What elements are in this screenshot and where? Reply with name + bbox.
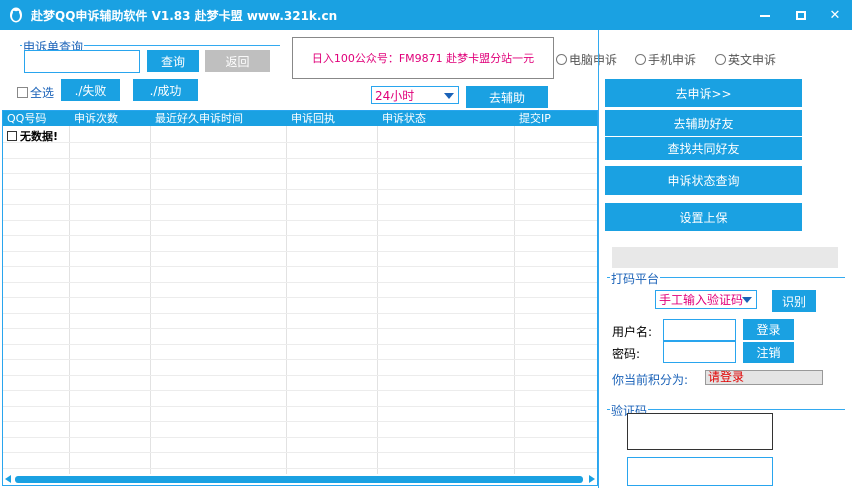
order-query-input[interactable] xyxy=(24,50,140,73)
captcha-method-value: 手工输入验证码 xyxy=(659,293,744,307)
title-bar: 赴梦QQ申诉辅助软件 V1.83 赴梦卡盟 www.321k.cn ✕ xyxy=(0,0,852,30)
radio-circle-icon xyxy=(556,54,567,65)
recognize-button[interactable]: 识别 xyxy=(772,290,816,312)
go-assist-button[interactable]: 去辅助 xyxy=(466,86,548,108)
row-divider xyxy=(3,251,597,252)
row-divider xyxy=(3,468,597,469)
username-input[interactable] xyxy=(663,319,736,341)
appeal-status-query-button[interactable]: 申诉状态查询 xyxy=(605,166,802,195)
row-divider xyxy=(3,173,597,174)
captcha-input[interactable] xyxy=(627,457,773,486)
password-input[interactable] xyxy=(663,341,736,363)
row-divider xyxy=(3,220,597,221)
column-divider xyxy=(150,126,151,476)
close-icon: ✕ xyxy=(829,7,841,23)
logout-button[interactable]: 注销 xyxy=(743,342,794,363)
set-protection-button[interactable]: 设置上保 xyxy=(605,203,802,231)
empty-text: 无数据! xyxy=(20,130,59,143)
maximize-icon xyxy=(796,10,806,20)
minimize-button[interactable] xyxy=(748,0,782,30)
column-header-ip[interactable]: 提交IP xyxy=(515,111,551,126)
row-divider xyxy=(3,235,597,236)
login-button[interactable]: 登录 xyxy=(743,319,794,340)
back-button[interactable]: 返回 xyxy=(205,50,270,72)
table-header: QQ号码 申诉次数 最近好久申诉时间 申诉回执 申诉状态 提交IP xyxy=(3,111,597,126)
points-label: 你当前积分为: xyxy=(612,373,689,387)
radio-circle-icon xyxy=(715,54,726,65)
column-divider xyxy=(514,126,515,476)
mark-failed-button[interactable]: ./失败 xyxy=(61,79,120,101)
table-row[interactable]: 无数据! xyxy=(7,128,58,144)
interval-select-value: 24小时 xyxy=(375,88,415,103)
row-divider xyxy=(3,158,597,159)
interval-select[interactable]: 24小时 xyxy=(371,86,459,104)
column-divider xyxy=(286,126,287,476)
radio-pc-appeal[interactable]: 电脑申诉 xyxy=(556,51,617,68)
row-divider xyxy=(3,142,597,143)
row-divider xyxy=(3,375,597,376)
row-divider xyxy=(3,421,597,422)
go-appeal-button[interactable]: 去申诉>> xyxy=(605,79,802,107)
row-divider xyxy=(3,452,597,453)
row-divider xyxy=(3,344,597,345)
assist-friends-button[interactable]: 去辅助好友 xyxy=(605,110,802,136)
column-header-count[interactable]: 申诉次数 xyxy=(70,111,118,126)
chevron-down-icon xyxy=(444,93,454,99)
row-divider xyxy=(3,282,597,283)
panel-divider xyxy=(598,30,599,488)
row-divider xyxy=(3,266,597,267)
column-header-receipt[interactable]: 申诉回执 xyxy=(287,111,335,126)
column-header-last-time[interactable]: 最近好久申诉时间 xyxy=(151,111,243,126)
horizontal-scrollbar[interactable] xyxy=(3,474,597,485)
row-divider xyxy=(3,204,597,205)
checkbox-icon xyxy=(7,131,17,141)
column-divider xyxy=(377,126,378,476)
column-header-qq[interactable]: QQ号码 xyxy=(3,111,46,126)
captcha-platform-group-label: 打码平台 xyxy=(610,270,661,287)
points-value: 请登录 xyxy=(705,370,823,385)
mark-success-button[interactable]: ./成功 xyxy=(133,79,198,101)
column-divider xyxy=(69,126,70,476)
promo-banner: 日入100公众号：FM9871 赴梦卡盟分站一元 xyxy=(292,37,554,79)
row-divider xyxy=(3,390,597,391)
window-title: 赴梦QQ申诉辅助软件 V1.83 赴梦卡盟 www.321k.cn xyxy=(31,9,338,23)
row-divider xyxy=(3,189,597,190)
chevron-down-icon xyxy=(742,297,752,303)
scroll-left-icon[interactable] xyxy=(5,475,11,483)
radio-circle-icon xyxy=(635,54,646,65)
row-divider xyxy=(3,437,597,438)
password-label: 密码: xyxy=(612,347,641,361)
query-button[interactable]: 查询 xyxy=(147,50,199,72)
radio-mobile-appeal[interactable]: 手机申诉 xyxy=(635,51,696,68)
column-header-status[interactable]: 申诉状态 xyxy=(378,111,426,126)
captcha-image xyxy=(627,413,773,450)
row-divider xyxy=(3,359,597,360)
qq-penguin-icon xyxy=(10,7,22,23)
captcha-method-select[interactable]: 手工输入验证码 xyxy=(655,290,757,309)
row-divider xyxy=(3,313,597,314)
appeal-table[interactable]: QQ号码 申诉次数 最近好久申诉时间 申诉回执 申诉状态 提交IP 无数据! xyxy=(2,110,598,486)
row-divider xyxy=(3,328,597,329)
scroll-thumb[interactable] xyxy=(15,476,583,483)
select-all-checkbox[interactable]: 全选 xyxy=(17,84,54,101)
find-common-friends-button[interactable]: 查找共同好友 xyxy=(605,137,802,160)
radio-english-appeal[interactable]: 英文申诉 xyxy=(715,51,776,68)
maximize-button[interactable] xyxy=(784,0,818,30)
scroll-right-icon[interactable] xyxy=(589,475,595,483)
row-divider xyxy=(3,297,597,298)
minimize-icon xyxy=(760,15,770,17)
close-button[interactable]: ✕ xyxy=(818,0,852,30)
row-divider xyxy=(3,406,597,407)
checkbox-icon xyxy=(17,87,28,98)
status-bar xyxy=(612,247,838,268)
username-label: 用户名: xyxy=(612,325,653,339)
